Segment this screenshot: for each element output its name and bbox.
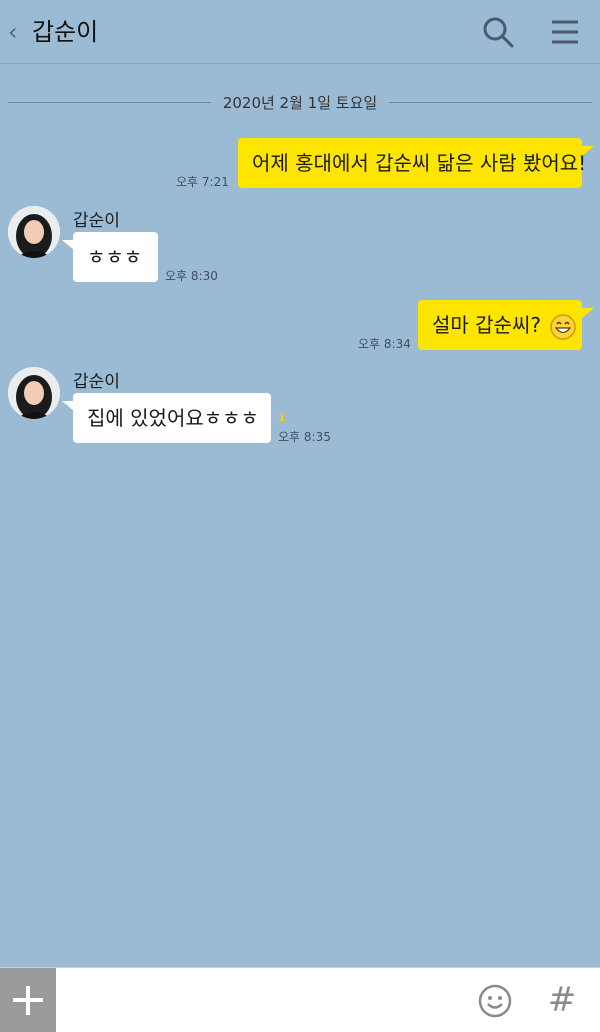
message-text: 어제 홍대에서 갑순씨 닮은 사람 봤어요! — [252, 151, 587, 175]
other-message-bubble[interactable]: ㅎㅎㅎ — [73, 232, 158, 282]
input-bar: # — [0, 967, 600, 1032]
profile-photo — [8, 367, 60, 419]
message-time: 오후 8:30 — [165, 269, 218, 283]
message-text: 설마 갑순씨? — [432, 313, 541, 337]
chat-header: ‹ 갑순이 — [0, 0, 600, 64]
date-divider: 2020년 2월 1일 토요일 — [8, 90, 592, 114]
bubble-tail — [582, 308, 594, 318]
search-icon[interactable] — [482, 16, 514, 48]
message-input[interactable] — [56, 968, 466, 1032]
sender-name: 갑순이 — [73, 211, 120, 231]
avatar[interactable] — [8, 206, 60, 258]
smiley-icon[interactable] — [478, 984, 512, 1018]
message-text: ㅎㅎㅎ — [87, 245, 143, 269]
other-message-bubble[interactable]: 집에 있었어요ㅎㅎㅎ — [73, 393, 271, 443]
profile-photo — [8, 206, 60, 258]
date-text: 2020년 2월 1일 토요일 — [222, 93, 378, 112]
plus-button[interactable] — [0, 968, 56, 1032]
grin-emoji-icon — [550, 313, 577, 340]
avatar[interactable] — [8, 367, 60, 419]
message-time: 오후 8:34 — [358, 337, 411, 351]
bubble-tail — [582, 146, 594, 156]
sender-name: 갑순이 — [73, 372, 120, 392]
message-text: 집에 있었어요ㅎㅎㅎ — [87, 406, 259, 430]
my-message-bubble[interactable]: 어제 홍대에서 갑순씨 닮은 사람 봤어요! — [238, 138, 586, 188]
divider-line — [8, 101, 211, 103]
unread-count: 1 — [278, 411, 286, 424]
my-message-bubble[interactable]: 설마 갑순씨? — [418, 300, 582, 350]
divider-line — [389, 101, 592, 103]
chevron-left-icon[interactable]: ‹ — [8, 18, 24, 46]
message-time: 오후 7:21 — [176, 175, 229, 189]
hamburger-menu-icon[interactable] — [550, 18, 580, 46]
chat-title: 갑순이 — [32, 18, 99, 46]
plus-icon — [13, 986, 43, 1015]
hash-icon[interactable]: # — [544, 980, 580, 1020]
message-time: 오후 8:35 — [278, 430, 331, 444]
